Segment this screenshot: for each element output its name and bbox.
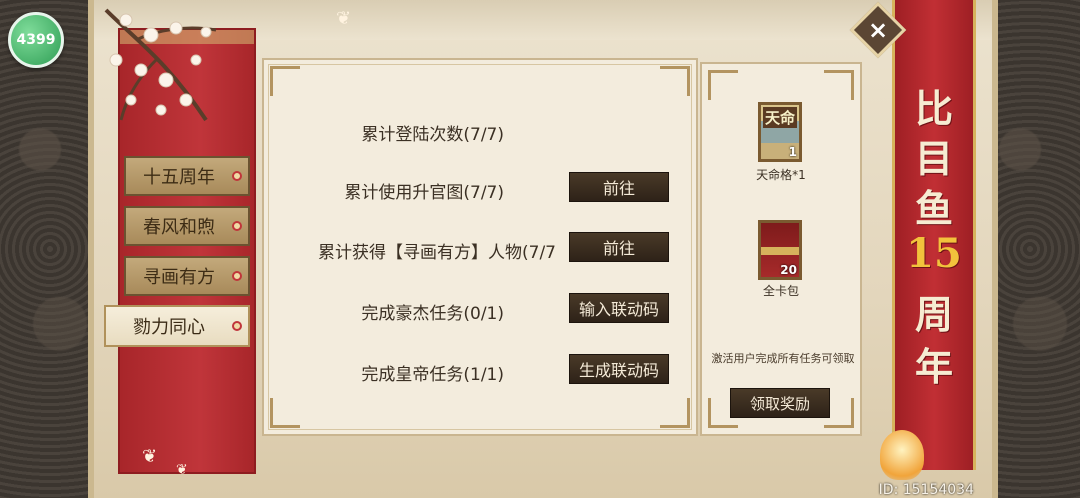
tianming-card-icon: 天命 1	[758, 102, 802, 162]
task-row: 累计使用升官图(7/7) 前往	[264, 172, 700, 204]
button-label: 前往	[602, 179, 635, 198]
4399-logo: 4399	[8, 12, 64, 68]
reward-panel: 天命 1 天命格*1 20 全卡包 激活用户完成所有任务可领取 领取奖励	[700, 62, 862, 436]
go-button[interactable]: 前往	[569, 172, 669, 202]
right-red-banner: 比 目 鱼 15 周 年	[892, 0, 976, 470]
card-pack-icon: 20	[758, 220, 802, 280]
banner-char: 比	[914, 86, 953, 131]
generate-link-code-button[interactable]: 生成联动码	[569, 354, 669, 384]
background-left-pattern	[0, 0, 100, 498]
banner-char: 目	[914, 136, 953, 181]
reward-hint: 激活用户完成所有任务可领取	[711, 352, 855, 365]
task-row: 累计获得【寻画有方】人物(7/7 前往	[264, 232, 700, 264]
task-label: 累计获得【寻画有方】人物(7/7	[318, 243, 556, 263]
go-button[interactable]: 前往	[569, 232, 669, 262]
banner-char: 鱼	[914, 186, 953, 231]
corner-ornament	[708, 70, 738, 100]
tab-spring-breeze[interactable]: 春风和煦	[124, 206, 250, 246]
left-red-banner	[118, 28, 256, 474]
butterfly-icon: ❦	[142, 446, 158, 467]
banner-number: 15	[906, 230, 962, 277]
tab-label: 十五周年	[143, 167, 215, 188]
user-id: ID: 15154034	[878, 482, 974, 498]
task-label: 累计使用升官图(7/7)	[344, 183, 504, 203]
reward-name: 天命格*1	[756, 168, 806, 182]
reward-name: 全卡包	[762, 284, 799, 298]
corner-ornament	[270, 66, 300, 96]
task-label: 完成豪杰任务(0/1)	[361, 304, 504, 324]
reward-item-card-pack[interactable]: 20 全卡包	[758, 220, 804, 298]
lantern-icon	[880, 430, 924, 480]
tab-dot-icon	[232, 271, 242, 281]
corner-ornament	[660, 66, 690, 96]
banner-char: 周	[914, 292, 953, 337]
task-label: 完成皇帝任务(1/1)	[361, 365, 504, 385]
reward-item-tianming[interactable]: 天命 1 天命格*1	[756, 102, 806, 182]
task-row: 完成豪杰任务(0/1) 输入联动码	[264, 293, 700, 325]
reward-count: 20	[780, 263, 797, 277]
tab-label: 寻画有方	[143, 267, 215, 288]
butterfly-icon: ❦	[336, 8, 352, 29]
card-text: 天命	[763, 107, 797, 128]
logo-text: 4399	[16, 32, 56, 48]
corner-ornament	[824, 70, 854, 100]
tab-dot-icon	[232, 171, 242, 181]
tab-dot-icon	[232, 221, 242, 231]
task-panel: 累计登陆次数(7/7) 累计使用升官图(7/7) 前往 累计获得【寻画有方】人物…	[262, 58, 698, 436]
task-label: 累计登陆次数(7/7)	[361, 125, 504, 145]
button-label: 前往	[602, 239, 635, 258]
banner-trim	[120, 30, 254, 44]
tab-label: 勠力同心	[133, 317, 205, 338]
task-row: 完成皇帝任务(1/1) 生成联动码	[264, 354, 700, 386]
corner-ornament	[660, 398, 690, 428]
close-icon: ×	[867, 15, 889, 44]
button-label: 领取奖励	[749, 394, 810, 413]
butterfly-icon: ❦	[176, 462, 188, 478]
tab-dot-icon	[232, 321, 242, 331]
reward-count: 1	[788, 145, 797, 159]
button-label: 生成联动码	[578, 361, 659, 380]
tab-united-effort[interactable]: 勠力同心	[104, 305, 250, 347]
task-row: 累计登陆次数(7/7)	[264, 114, 700, 146]
banner-char: 年	[914, 344, 953, 389]
claim-reward-button[interactable]: 领取奖励	[730, 388, 830, 418]
corner-ornament	[270, 398, 300, 428]
button-label: 输入联动码	[578, 300, 659, 319]
enter-link-code-button[interactable]: 输入联动码	[569, 293, 669, 323]
tab-fifteenth-anniversary[interactable]: 十五周年	[124, 156, 250, 196]
tab-label: 春风和煦	[143, 217, 215, 238]
tab-painting-search[interactable]: 寻画有方	[124, 256, 250, 296]
